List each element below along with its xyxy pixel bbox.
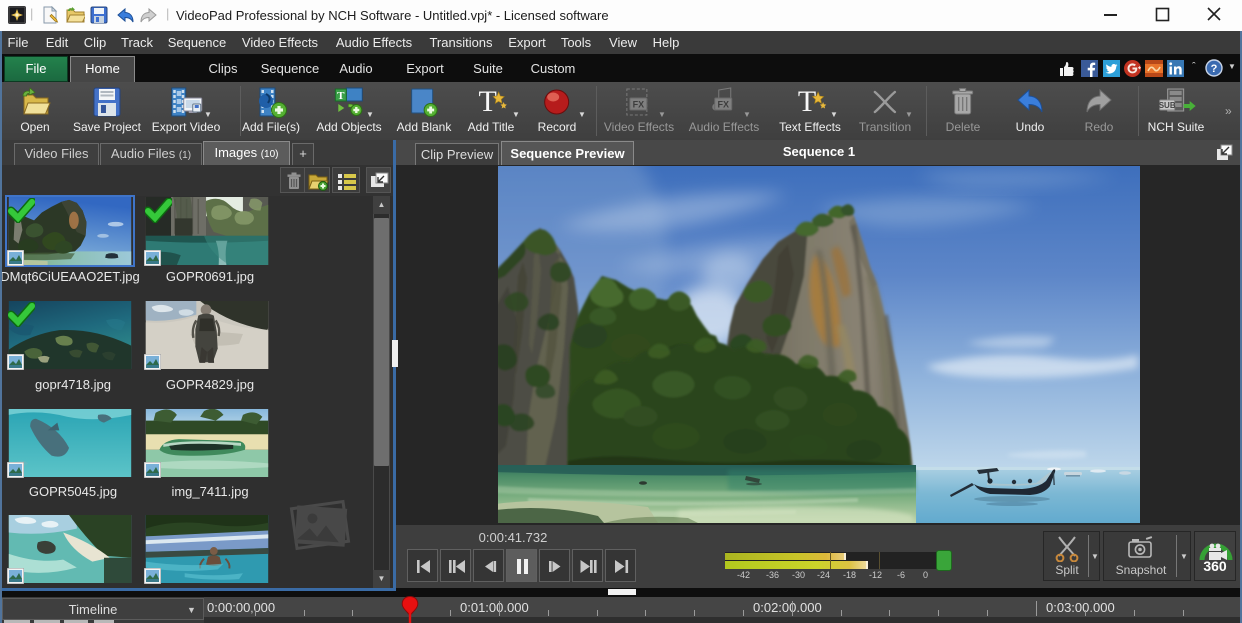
svg-text:T: T <box>798 86 816 118</box>
svg-text:SUB: SUB <box>1159 101 1176 110</box>
svg-text:T: T <box>337 90 345 102</box>
svg-text:T: T <box>479 86 497 118</box>
svg-text:?: ? <box>1211 63 1218 75</box>
svg-text:FX: FX <box>633 100 645 110</box>
svg-text:FX: FX <box>718 100 730 110</box>
